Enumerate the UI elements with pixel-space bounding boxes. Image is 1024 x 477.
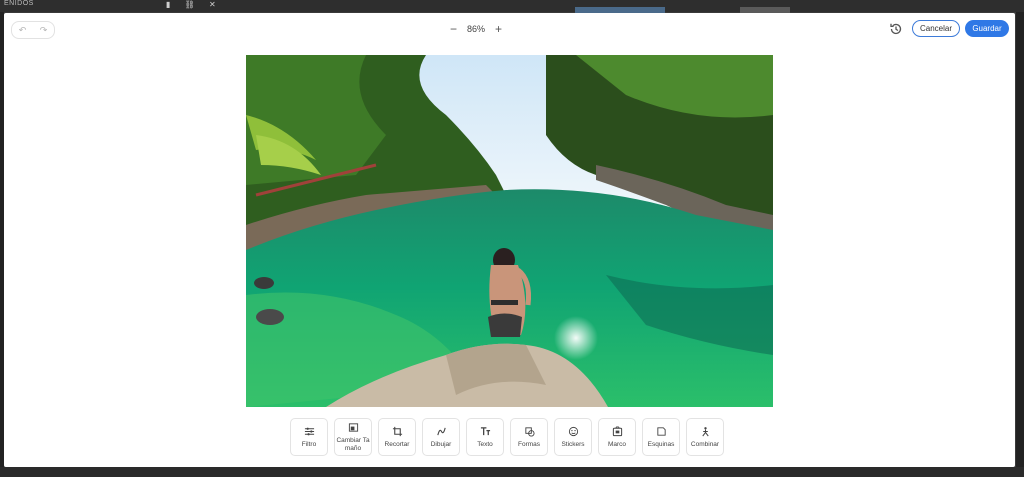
tool-cambiar-tamano[interactable]: Cambiar Ta maño [334,418,372,456]
redo-icon[interactable]: ↷ [40,25,48,36]
link-icon: ⛓ [184,0,195,9]
zoom-in-button[interactable]: + [489,22,508,36]
tool-label: Cambiar Ta maño [336,436,370,452]
close-icon: ✕ [209,0,216,9]
tool-texto[interactable]: Texto [466,418,504,456]
tool-recortar[interactable]: Recortar [378,418,416,456]
resize-icon [348,422,358,432]
history-icon[interactable] [888,21,904,37]
merge-icon [701,426,709,436]
zoom-out-button[interactable]: − [444,22,463,36]
tool-label: Esquinas [647,440,675,448]
frame-icon [612,425,622,436]
tool-filtro[interactable]: Filtro [290,418,328,456]
sliders-icon [304,427,314,435]
tool-dibujar[interactable]: Dibujar [422,418,460,456]
text-icon [480,426,490,435]
crop-icon [392,426,402,436]
tool-label: Marco [607,440,627,448]
tool-formas[interactable]: Formas [510,418,548,456]
backdrop-right [1016,12,1024,477]
tool-label: Stickers [561,440,585,448]
tool-combinar[interactable]: Combinar [686,418,724,456]
tool-esquinas[interactable]: Esquinas [642,418,680,456]
zoom-control: − 86% + [444,21,508,37]
tool-stickers[interactable]: Stickers [554,418,592,456]
zoom-level: 86% [467,24,486,34]
image-editor-modal: ↶ ↷ − 86% + Cancelar Guardar Filtro Camb… [4,13,1015,467]
tool-label: Recortar [384,440,410,448]
tool-label: Texto [477,440,493,448]
backdrop-header: ENIDOS ▮ ⛓ ✕ [0,0,1024,13]
photo-canvas[interactable] [246,55,773,407]
undo-redo-group: ↶ ↷ [11,21,55,39]
tool-marco[interactable]: Marco [598,418,636,456]
cancel-button[interactable]: Cancelar [912,20,960,37]
tool-label: Combinar [690,440,720,448]
save-button[interactable]: Guardar [965,20,1009,37]
backdrop-bottom [0,467,1024,477]
tool-label: Filtro [301,440,317,448]
corners-icon [656,426,666,436]
draw-icon [436,427,446,435]
beach-photo [246,55,773,407]
tool-label: Formas [517,440,541,448]
tool-label: Dibujar [430,440,452,448]
sticker-icon [568,426,578,436]
shapes-icon [524,426,535,437]
backdrop-title: ENIDOS [4,0,34,7]
editor-toolbar: Filtro Cambiar Ta maño Recortar Dibujar [290,418,724,458]
trash-icon: ▮ [166,0,171,9]
undo-icon[interactable]: ↶ [19,25,27,36]
backdrop-icons: ▮ ⛓ ✕ [166,0,228,9]
